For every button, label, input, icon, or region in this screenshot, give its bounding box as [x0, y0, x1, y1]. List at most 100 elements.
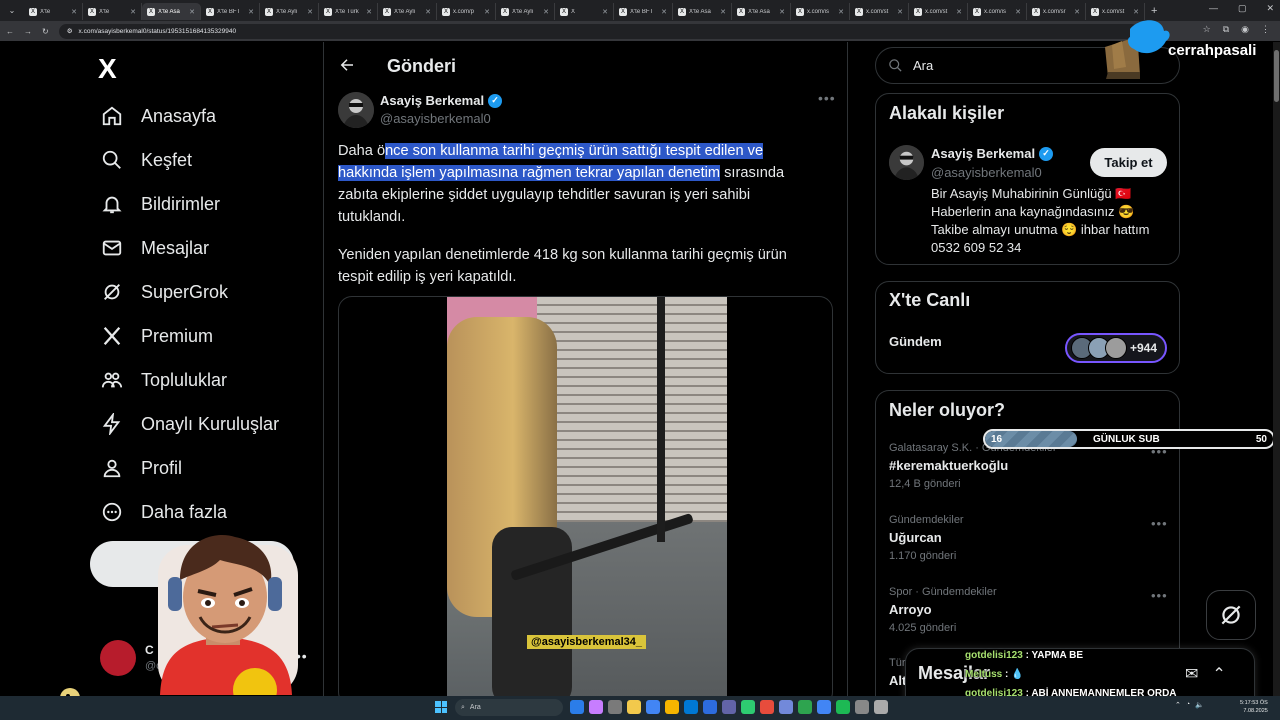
folder-icon[interactable]: [627, 700, 641, 714]
widgets-icon[interactable]: [589, 700, 603, 714]
file-explorer-icon[interactable]: [608, 700, 622, 714]
live-spaces-pill[interactable]: +944: [1065, 333, 1167, 363]
site-info-icon[interactable]: ⚙: [67, 27, 73, 35]
browser-tab[interactable]: X X'te Türk ✕: [319, 3, 378, 20]
tab-close-icon[interactable]: ✕: [484, 8, 490, 16]
tab-close-icon[interactable]: ✕: [71, 8, 77, 16]
page-scrollbar[interactable]: [1273, 42, 1280, 696]
maximize-icon[interactable]: ▢: [1238, 3, 1247, 14]
trend-more-icon[interactable]: •••: [1151, 588, 1168, 603]
video-frame[interactable]: @asayisberkemal34_: [447, 297, 727, 705]
trend-item[interactable]: Galatasaray S.K. · Gündemdekiler #keremak…: [889, 442, 1169, 490]
tab-close-icon[interactable]: ✕: [248, 8, 254, 16]
browser-tab[interactable]: Xx.com/st ✕: [909, 3, 968, 20]
post-video[interactable]: @asayisberkemal34_: [338, 296, 833, 706]
tab-close-icon[interactable]: ✕: [425, 8, 431, 16]
browser-tab[interactable]: Xx.com/sr ✕: [1027, 3, 1086, 20]
tray-chevron-icon[interactable]: ⌃: [1175, 701, 1181, 709]
browser-tab[interactable]: X X'te Asa ✕: [673, 3, 732, 20]
sidebar-item-keşfet[interactable]: Keşfet: [100, 145, 192, 175]
taskbar-search[interactable]: ⌕ Ara: [455, 699, 563, 716]
trend-more-icon[interactable]: •••: [1151, 516, 1168, 531]
new-message-icon[interactable]: ✉: [1185, 664, 1198, 684]
network-icon[interactable]: ◔: [1186, 701, 1190, 709]
sidebar-item-daha-fazla[interactable]: Daha fazla: [100, 497, 227, 527]
account-avatar[interactable]: [100, 640, 136, 676]
tab-close-icon[interactable]: ✕: [838, 8, 844, 16]
grok-button[interactable]: [1206, 590, 1256, 640]
discord-icon[interactable]: [779, 700, 793, 714]
tab-close-icon[interactable]: ✕: [366, 8, 372, 16]
tab-close-icon[interactable]: ✕: [1074, 8, 1080, 16]
tab-list-icon[interactable]: ⌄: [0, 6, 24, 15]
files-icon[interactable]: [665, 700, 679, 714]
author-handle[interactable]: @asayisberkemal0: [380, 111, 491, 126]
author-name-row[interactable]: Asayiş Berkemal ✓: [380, 93, 503, 108]
url-field[interactable]: ⚙ x.com/asayisberkemal0/status/195315168…: [58, 23, 1139, 39]
scrollbar-thumb[interactable]: [1274, 50, 1279, 102]
edge-icon[interactable]: [684, 700, 698, 714]
task-view-icon[interactable]: [570, 700, 584, 714]
browser-tab[interactable]: X X'te Aylı ✕: [496, 3, 555, 20]
sidebar-item-mesajlar[interactable]: Mesajlar: [100, 233, 209, 263]
browser-tab[interactable]: Xx.com/is ✕: [968, 3, 1027, 20]
follow-button[interactable]: Takip et: [1090, 148, 1167, 177]
tab-close-icon[interactable]: ✕: [1133, 8, 1139, 16]
x-logo[interactable]: X: [98, 53, 117, 85]
taskbar-clock[interactable]: 5:17:53 ÖS 7.08.2025: [1240, 699, 1268, 715]
browser-tab[interactable]: X X'te Aylı ✕: [378, 3, 437, 20]
browser-tab[interactable]: X X'te Aylı ✕: [260, 3, 319, 20]
chrome-alt-icon[interactable]: [817, 700, 831, 714]
record-icon[interactable]: [760, 700, 774, 714]
teams-icon[interactable]: [722, 700, 736, 714]
minimize-icon[interactable]: —: [1209, 3, 1218, 14]
app-icon[interactable]: [874, 700, 888, 714]
tab-close-icon[interactable]: ✕: [189, 8, 195, 16]
tab-close-icon[interactable]: ✕: [956, 8, 962, 16]
tab-close-icon[interactable]: ✕: [897, 8, 903, 16]
related-handle[interactable]: @asayisberkemal0: [931, 165, 1042, 180]
tab-close-icon[interactable]: ✕: [307, 8, 313, 16]
app-icon[interactable]: [855, 700, 869, 714]
github-icon[interactable]: [798, 700, 812, 714]
back-arrow-icon[interactable]: [338, 56, 356, 79]
tab-close-icon[interactable]: ✕: [661, 8, 667, 16]
trend-item[interactable]: Spor · Gündemdekiler Arroyo 4.025 gönderi •…: [889, 586, 1169, 634]
forward-nav-icon[interactable]: →: [24, 27, 32, 36]
spotify-icon[interactable]: [836, 700, 850, 714]
chrome-icon[interactable]: [646, 700, 660, 714]
browser-tab[interactable]: X X'te ✕: [24, 3, 83, 20]
browser-tab[interactable]: X X ✕: [555, 3, 614, 20]
sidebar-item-anasayfa[interactable]: Anasayfa: [100, 101, 216, 131]
browser-tab[interactable]: X X'te Asa ✕: [142, 3, 201, 20]
tab-close-icon[interactable]: ✕: [130, 8, 136, 16]
related-name-row[interactable]: Asayiş Berkemal ✓: [931, 146, 1054, 161]
browser-tab[interactable]: X X'te BFT ✕: [201, 3, 260, 20]
windows-start-icon[interactable]: [435, 701, 447, 713]
browser-tab[interactable]: Xx.com/st ✕: [850, 3, 909, 20]
close-window-icon[interactable]: ✕: [1266, 3, 1274, 14]
browser-tab[interactable]: X X'te Asa ✕: [732, 3, 791, 20]
browser-tab[interactable]: Xx.com/is ✕: [791, 3, 850, 20]
related-name[interactable]: Asayiş Berkemal: [931, 146, 1035, 161]
volume-icon[interactable]: 🔈: [1195, 701, 1204, 709]
related-avatar[interactable]: [889, 145, 924, 180]
sidebar-item-onaylı-kuruluşlar[interactable]: Onaylı Kuruluşlar: [100, 409, 279, 439]
trend-item[interactable]: Gündemdekiler Uğurcan 1.170 gönderi •••: [889, 514, 1169, 562]
store-icon[interactable]: [703, 700, 717, 714]
expand-drawer-icon[interactable]: ⌃: [1212, 664, 1225, 684]
tab-close-icon[interactable]: ✕: [779, 8, 785, 16]
new-tab-button[interactable]: +: [1145, 5, 1163, 17]
browser-tab[interactable]: X X'te ✕: [83, 3, 142, 20]
back-nav-icon[interactable]: ←: [6, 27, 14, 36]
sidebar-item-premium[interactable]: Premium: [100, 321, 213, 351]
sidebar-item-supergrok[interactable]: SuperGrok: [100, 277, 228, 307]
sidebar-item-bildirimler[interactable]: Bildirimler: [100, 189, 220, 219]
tab-close-icon[interactable]: ✕: [602, 8, 608, 16]
post-more-icon[interactable]: •••: [818, 90, 836, 106]
browser-tab[interactable]: X X'te BFT ✕: [614, 3, 673, 20]
tab-close-icon[interactable]: ✕: [720, 8, 726, 16]
sidebar-item-topluluklar[interactable]: Topluluklar: [100, 365, 227, 395]
browser-tab[interactable]: Xx.com/p ✕: [437, 3, 496, 20]
reload-icon[interactable]: ↻: [42, 27, 49, 36]
